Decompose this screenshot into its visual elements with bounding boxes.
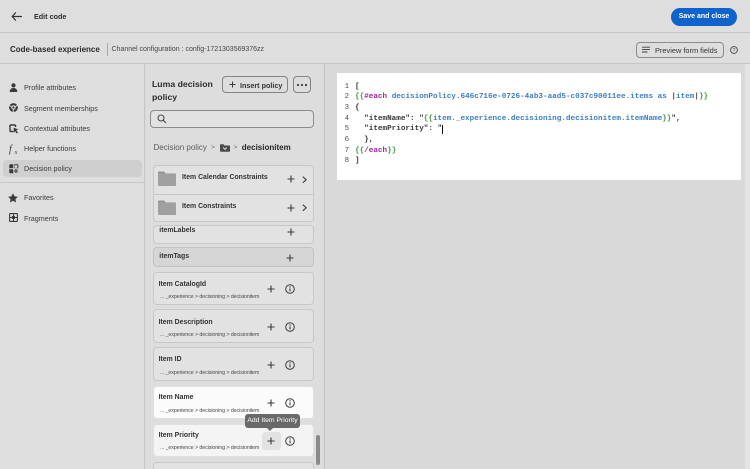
- svg-text:?: ?: [733, 48, 736, 54]
- svg-text:x: x: [13, 148, 17, 154]
- svg-text:f: f: [9, 144, 13, 155]
